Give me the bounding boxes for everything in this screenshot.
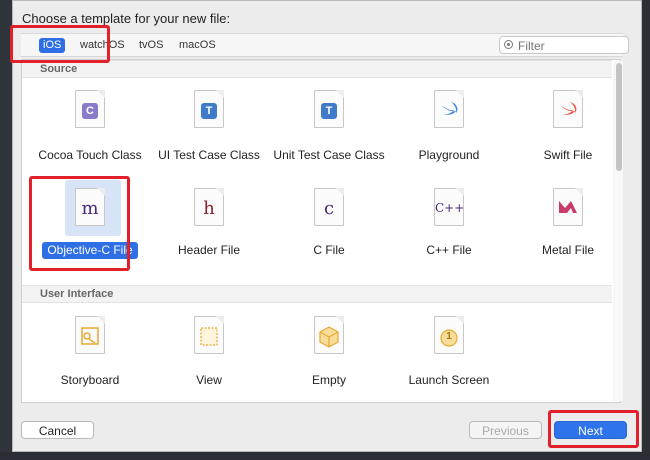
template-label: C File: [313, 243, 345, 257]
template-label: Storyboard: [60, 373, 120, 387]
template-cpp-file[interactable]: C++ C++ File: [390, 180, 508, 274]
filter-icon: [504, 40, 513, 49]
template-label: Metal File: [541, 243, 594, 257]
background-window-edge: [0, 0, 12, 460]
cancel-button[interactable]: Cancel: [21, 421, 94, 439]
template-c-file[interactable]: c C File: [270, 180, 388, 274]
template-swift-file[interactable]: Swift File: [509, 82, 620, 176]
test-class-icon: T: [194, 90, 224, 128]
section-header-source: Source: [22, 60, 612, 78]
next-button[interactable]: Next: [554, 421, 627, 439]
template-label: Empty: [311, 373, 346, 387]
vertical-scrollbar[interactable]: [613, 61, 623, 401]
template-label: Objective-C File: [31, 242, 149, 259]
launch-screen-icon: 1: [434, 316, 464, 354]
section-header-user-interface: User Interface: [22, 285, 612, 303]
cube-icon: [314, 316, 344, 354]
cpp-file-icon: C++: [434, 188, 464, 226]
template-unit-test-case-class[interactable]: T Unit Test Case Class: [270, 82, 388, 176]
template-header-file[interactable]: h Header File: [150, 180, 268, 274]
template-label: Cocoa Touch Class: [38, 148, 142, 162]
selected-template-label: Objective-C File: [42, 242, 138, 259]
template-ui-test-case-class[interactable]: T UI Test Case Class: [150, 82, 268, 176]
c-file-icon: c: [314, 188, 344, 226]
template-label: UI Test Case Class: [158, 148, 260, 162]
template-storyboard[interactable]: Storyboard: [31, 308, 149, 402]
header-file-icon: h: [194, 188, 224, 226]
view-icon: [194, 316, 224, 354]
swift-bird-icon: [553, 90, 583, 128]
template-cocoa-touch-class[interactable]: C Cocoa Touch Class: [31, 82, 149, 176]
tab-tvos[interactable]: tvOS: [135, 38, 167, 53]
tab-ios[interactable]: iOS: [39, 38, 66, 53]
platform-tab-bar: iOS watchOS tvOS macOS: [21, 33, 629, 57]
previous-button[interactable]: Previous: [469, 421, 542, 439]
template-empty[interactable]: Empty: [270, 308, 388, 402]
template-launch-screen[interactable]: 1 Launch Screen: [390, 308, 508, 402]
cocoa-class-icon: C: [75, 90, 105, 128]
swift-bird-icon: [434, 90, 464, 128]
template-label: Swift File: [543, 148, 593, 162]
tab-macos[interactable]: macOS: [175, 38, 220, 53]
filter-input[interactable]: [516, 38, 628, 54]
template-label: Playground: [418, 148, 480, 162]
template-label: Launch Screen: [408, 373, 490, 387]
test-class-icon: T: [314, 90, 344, 128]
dialog-prompt: Choose a template for your new file:: [22, 11, 231, 26]
template-label: View: [196, 373, 222, 387]
template-label: Header File: [177, 243, 241, 257]
template-grid: Source C Cocoa Touch Class T UI Test Cas…: [21, 59, 621, 403]
filter-field[interactable]: [499, 36, 629, 54]
template-view[interactable]: View: [150, 308, 268, 402]
scrollbar-thumb[interactable]: [616, 63, 622, 171]
template-metal-file[interactable]: Metal File: [509, 180, 620, 274]
tab-watchos[interactable]: watchOS: [76, 38, 129, 53]
metal-icon: [553, 188, 583, 226]
storyboard-icon: [75, 316, 105, 354]
template-chooser-sheet: Choose a template for your new file: iOS…: [12, 0, 642, 452]
template-label: C++ File: [426, 243, 472, 257]
template-label: Unit Test Case Class: [273, 148, 385, 162]
objc-file-icon: m: [75, 188, 105, 226]
template-objective-c-file[interactable]: m Objective-C File: [31, 180, 149, 274]
template-playground[interactable]: Playground: [390, 82, 508, 176]
background-window-edge: [0, 452, 650, 460]
